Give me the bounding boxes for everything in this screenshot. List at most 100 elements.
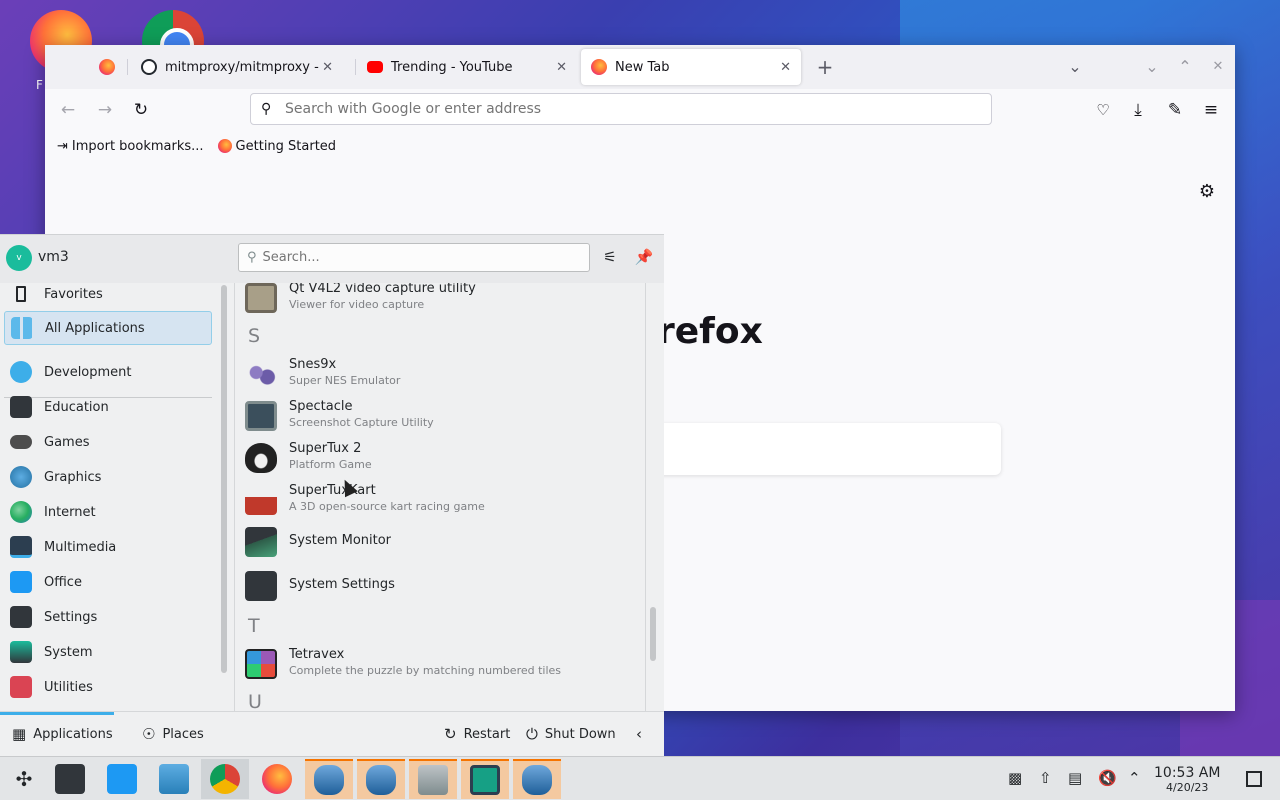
taskbar-system-settings[interactable] bbox=[46, 759, 94, 799]
category-graphics[interactable]: Graphics bbox=[4, 460, 212, 494]
taskbar-dolphin[interactable] bbox=[150, 759, 198, 799]
app-description: Platform Game bbox=[289, 458, 372, 471]
category-multimedia[interactable]: Multimedia bbox=[4, 530, 212, 564]
app-name: System Settings bbox=[289, 577, 395, 592]
menu-icon[interactable]: ≡ bbox=[1200, 99, 1222, 121]
clipboard-icon[interactable]: ▤ bbox=[1068, 769, 1082, 787]
close-icon[interactable]: ✕ bbox=[780, 60, 791, 75]
shutdown-button[interactable]: ⏻ Shut Down bbox=[526, 725, 616, 743]
update-icon[interactable]: ⇧ bbox=[1039, 769, 1052, 787]
tab-label: Trending - YouTube bbox=[391, 59, 513, 75]
url-bar[interactable]: ⚲ bbox=[250, 93, 992, 125]
app-supertuxkart[interactable]: SuperTuxKart A 3D open-source kart racin… bbox=[243, 479, 643, 521]
close-window-icon[interactable]: ✕ bbox=[1208, 57, 1228, 77]
grid-icon: ▦ bbox=[12, 725, 27, 743]
extensions-icon[interactable]: ✎ bbox=[1164, 99, 1186, 121]
development-icon bbox=[10, 361, 32, 383]
pocket-icon[interactable]: ♡ bbox=[1092, 99, 1114, 121]
taskbar-app-running[interactable] bbox=[461, 759, 509, 799]
taskbar-firefox[interactable] bbox=[253, 759, 301, 799]
chevron-left-icon: ‹ bbox=[636, 725, 642, 743]
application-scrollbar[interactable] bbox=[650, 607, 656, 661]
back-icon[interactable]: ← bbox=[57, 99, 79, 121]
tab-label: New Tab bbox=[615, 59, 670, 75]
app-snes9x[interactable]: Snes9x Super NES Emulator bbox=[243, 353, 643, 395]
category-settings[interactable]: Settings bbox=[4, 600, 212, 634]
app-tetravex[interactable]: Tetravex Complete the puzzle by matching… bbox=[243, 643, 643, 685]
reload-icon[interactable]: ↻ bbox=[130, 99, 152, 121]
search-icon: ⚲ bbox=[247, 250, 257, 265]
app-spectacle[interactable]: Spectacle Screenshot Capture Utility bbox=[243, 395, 643, 437]
category-list: Favorites All Applications Development E… bbox=[0, 283, 216, 711]
list-all-tabs-icon[interactable]: ⌄ bbox=[1065, 57, 1085, 77]
clock-date[interactable]: 4/20/23 bbox=[1166, 781, 1208, 794]
button-label: Restart bbox=[463, 726, 511, 742]
app-supertux[interactable]: SuperTux 2 Platform Game bbox=[243, 437, 643, 479]
clock-time[interactable]: 10:53 AM bbox=[1154, 765, 1220, 781]
taskbar-chrome[interactable] bbox=[201, 759, 249, 799]
downloads-icon[interactable]: ⤓ bbox=[1127, 99, 1149, 121]
configure-icon[interactable]: ⚟ bbox=[599, 248, 621, 270]
tab-pinned-firefox[interactable] bbox=[89, 49, 127, 85]
tab-applications[interactable]: ▦ Applications bbox=[12, 725, 113, 743]
url-input[interactable] bbox=[285, 101, 965, 117]
chevron-up-icon[interactable]: ⌃ bbox=[1128, 769, 1141, 787]
tab-places[interactable]: ☉ Places bbox=[142, 725, 204, 743]
firefox-icon bbox=[591, 59, 607, 75]
gamepad-icon bbox=[10, 435, 32, 449]
launcher-search[interactable]: ⚲ bbox=[238, 243, 590, 272]
category-favorites[interactable]: Favorites bbox=[4, 283, 212, 311]
volume-muted-icon[interactable]: 🔇 bbox=[1098, 769, 1117, 787]
minimize-icon[interactable]: ⌄ bbox=[1142, 57, 1162, 77]
gear-icon[interactable]: ⚙ bbox=[1199, 181, 1215, 202]
category-development[interactable]: Development bbox=[4, 355, 212, 389]
taskbar-app-running[interactable] bbox=[409, 759, 457, 799]
category-label: Internet bbox=[44, 504, 96, 520]
taskbar-app-running[interactable] bbox=[305, 759, 353, 799]
close-icon[interactable]: ✕ bbox=[556, 60, 567, 75]
newtab-search-box[interactable] bbox=[645, 423, 1001, 475]
tetravex-icon bbox=[245, 649, 277, 679]
app-description: Super NES Emulator bbox=[289, 374, 401, 387]
tab-youtube[interactable]: Trending - YouTube ✕ bbox=[357, 49, 577, 85]
launcher-search-input[interactable] bbox=[262, 250, 573, 265]
maximize-icon[interactable]: ⌃ bbox=[1175, 57, 1195, 77]
tab-bar: mitmproxy/mitmproxy - Do ✕ Trending - Yo… bbox=[45, 45, 1235, 89]
restart-icon: ↻ bbox=[444, 725, 457, 743]
category-internet[interactable]: Internet bbox=[4, 495, 212, 529]
restart-button[interactable]: ↻ Restart bbox=[444, 725, 510, 743]
category-games[interactable]: Games bbox=[4, 425, 212, 459]
power-icon: ⏻ bbox=[526, 725, 538, 743]
app-system-settings[interactable]: System Settings bbox=[243, 565, 643, 607]
launcher-button[interactable]: ✣ bbox=[0, 759, 48, 799]
more-button[interactable]: ‹ bbox=[636, 725, 649, 743]
tab-label: Applications bbox=[33, 726, 113, 742]
avatar[interactable]: v bbox=[6, 245, 32, 271]
divider bbox=[645, 283, 646, 711]
bookmark-import[interactable]: ⇥ Import bookmarks... bbox=[57, 139, 204, 154]
application-list: Qt V4L2 video capture utility Viewer for… bbox=[235, 283, 645, 711]
category-utilities[interactable]: Utilities bbox=[4, 670, 212, 704]
category-all-applications[interactable]: All Applications bbox=[4, 311, 212, 345]
app-qv4l2[interactable]: Qt V4L2 video capture utility Viewer for… bbox=[243, 283, 643, 319]
category-system[interactable]: System bbox=[4, 635, 212, 669]
tab-mitmproxy[interactable]: mitmproxy/mitmproxy - Do ✕ bbox=[131, 49, 343, 85]
username: vm3 bbox=[38, 249, 69, 265]
category-label: System bbox=[44, 644, 93, 660]
new-tab-button[interactable]: + bbox=[815, 57, 835, 77]
bookmark-getting-started[interactable]: Getting Started bbox=[217, 139, 336, 154]
category-office[interactable]: Office bbox=[4, 565, 212, 599]
app-system-monitor[interactable]: System Monitor bbox=[243, 521, 643, 563]
snes-icon bbox=[245, 359, 277, 389]
tab-new-tab[interactable]: New Tab ✕ bbox=[581, 49, 801, 85]
taskbar-app-running[interactable] bbox=[357, 759, 405, 799]
category-scrollbar[interactable] bbox=[221, 285, 227, 673]
pin-icon[interactable]: 📌 bbox=[633, 248, 655, 270]
forward-icon[interactable]: → bbox=[94, 99, 116, 121]
taskbar-discover[interactable] bbox=[98, 759, 146, 799]
show-desktop-button[interactable] bbox=[1246, 771, 1262, 787]
network-icon[interactable]: ▩ bbox=[1008, 769, 1022, 787]
close-icon[interactable]: ✕ bbox=[322, 60, 333, 75]
taskbar-app-running[interactable] bbox=[513, 759, 561, 799]
category-education[interactable]: Education bbox=[4, 390, 212, 424]
